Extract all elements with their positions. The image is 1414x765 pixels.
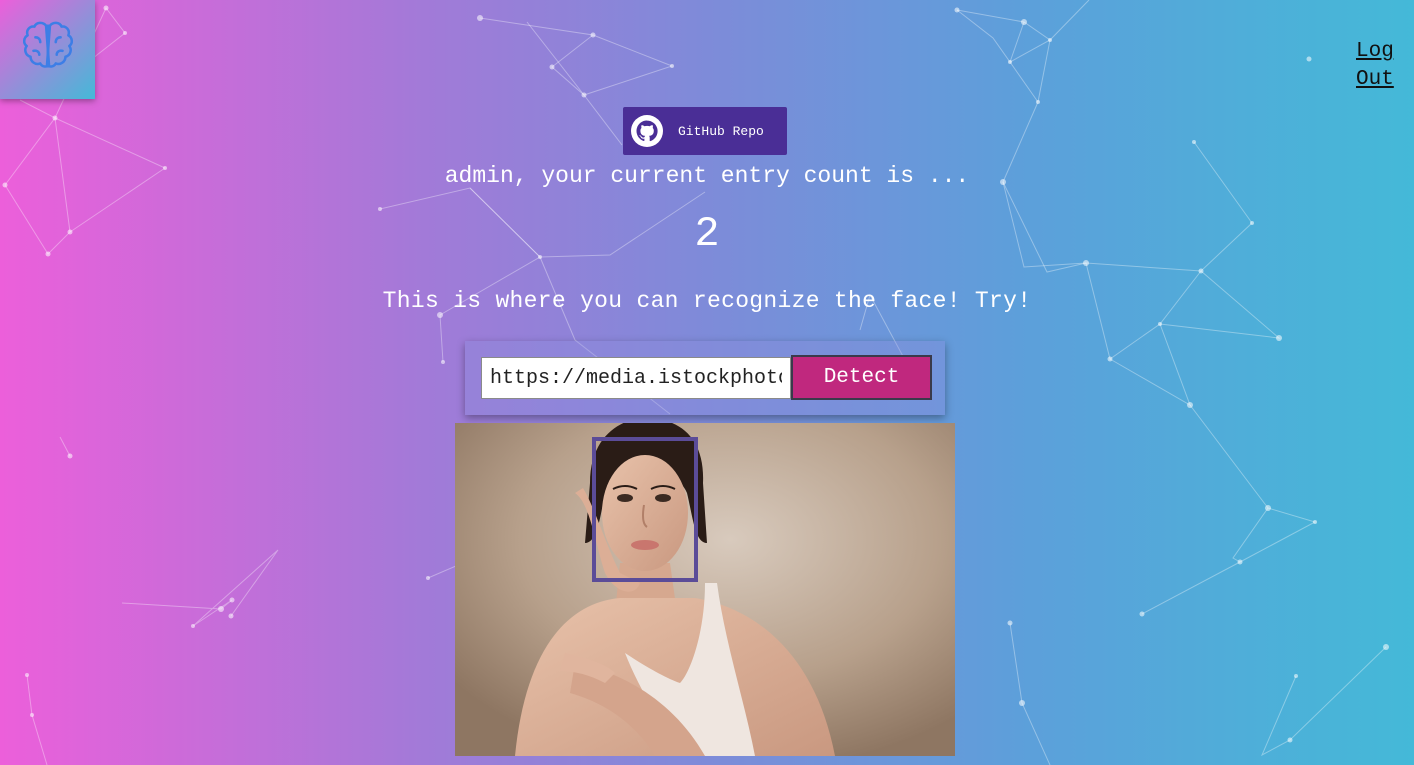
image-url-form: Detect [465, 341, 945, 415]
logout-link[interactable]: Log Out [1356, 38, 1414, 94]
portrait-photo [455, 423, 955, 756]
image-url-input[interactable] [481, 357, 791, 399]
github-icon [631, 115, 663, 147]
brain-icon [22, 21, 73, 68]
detector-tagline: This is where you can recognize the face… [382, 288, 1032, 314]
app-logo[interactable] [0, 0, 95, 99]
entry-count-message: admin, your current entry count is ... [444, 163, 970, 189]
detect-button[interactable]: Detect [791, 355, 932, 400]
result-image [455, 423, 955, 756]
entry-count-value: 2 [694, 210, 720, 258]
face-bounding-box [592, 437, 698, 582]
github-repo-button[interactable]: GitHub Repo [623, 107, 787, 155]
github-repo-label: GitHub Repo [678, 123, 764, 139]
